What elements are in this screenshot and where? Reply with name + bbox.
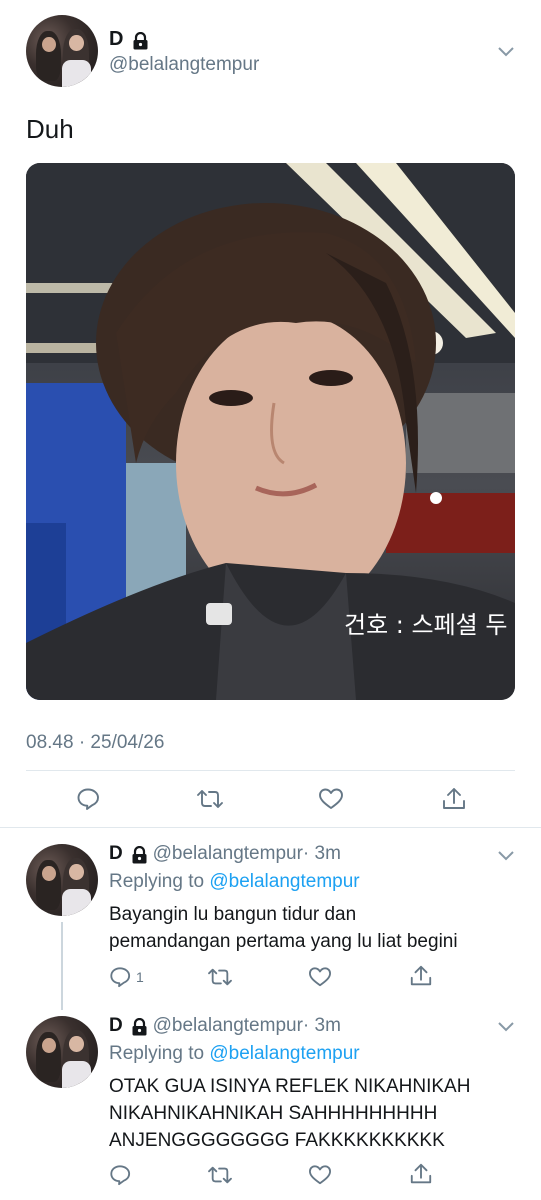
chevron-down-icon[interactable] [496, 1019, 516, 1033]
replying-to: Replying to @belalangtempur [109, 1043, 360, 1065]
retweet-icon[interactable] [207, 966, 233, 988]
reply-header[interactable]: D @belalangtempur· 3m [109, 843, 341, 865]
avatar[interactable] [26, 844, 98, 916]
chevron-down-icon[interactable] [496, 44, 516, 58]
reply-icon[interactable] [109, 1164, 131, 1186]
reply-text-line: OTAK GUA ISINYA REFLEK NIKAHNIKAH [109, 1076, 471, 1097]
divider [26, 770, 515, 771]
reply-text: OTAK GUA ISINYA REFLEK NIKAHNIKAH NIKAHN… [109, 1073, 470, 1154]
thread-line [61, 922, 63, 1010]
avatar[interactable] [26, 15, 98, 87]
author-name: D [109, 1015, 123, 1036]
tweet-timestamp[interactable]: 08.48 · 25/04/26 [26, 732, 164, 754]
reply-icon[interactable] [109, 966, 131, 988]
share-icon[interactable] [409, 964, 433, 988]
replying-prefix: Replying to [109, 1043, 205, 1064]
reply-icon[interactable] [76, 787, 100, 811]
author-name: D [109, 28, 124, 50]
author-handle: @belalangtempur [152, 1015, 303, 1036]
like-icon[interactable] [318, 787, 344, 811]
reply-text-line: NIKAHNIKAHNIKAH SAHHHHHHHHH [109, 1103, 438, 1124]
photo-illustration: 건호 : 스페셜 두 [26, 163, 515, 700]
reply-text-line: pemandangan pertama yang lu liat begini [109, 931, 458, 952]
tweet-photo[interactable]: 건호 : 스페셜 두 [26, 163, 515, 700]
retweet-icon[interactable] [196, 787, 224, 811]
reply-text-line: Bayangin lu bangun tidur dan [109, 904, 357, 925]
share-icon[interactable] [409, 1162, 433, 1186]
lock-icon [133, 31, 148, 50]
like-icon[interactable] [308, 1164, 332, 1186]
share-icon[interactable] [441, 786, 467, 812]
retweet-icon[interactable] [207, 1164, 233, 1186]
media-caption: 건호 : 스페셜 두 [344, 611, 507, 639]
replying-to-link[interactable]: @belalangtempur [209, 1043, 359, 1064]
replying-to: Replying to @belalangtempur [109, 871, 360, 893]
author-name: D [109, 843, 123, 864]
reply-time: · 3m [302, 1015, 341, 1036]
reply-text-line: ANJENGGGGGGGG FAKKKKKKKKKK [109, 1130, 445, 1151]
lock-icon [132, 1017, 147, 1036]
reply-time: · 3m [302, 843, 341, 864]
reply-count: 1 [136, 969, 144, 985]
reply-text: Bayangin lu bangun tidur dan pemandangan… [109, 901, 458, 955]
author-handle[interactable]: @belalangtempur [109, 54, 259, 76]
tweet-text: Duh [26, 114, 74, 144]
author-handle: @belalangtempur [152, 843, 303, 864]
divider [0, 827, 541, 828]
author-name-row[interactable]: D [109, 28, 149, 51]
reply-header[interactable]: D @belalangtempur· 3m [109, 1015, 341, 1037]
replying-prefix: Replying to [109, 871, 205, 892]
replying-to-link[interactable]: @belalangtempur [209, 871, 359, 892]
lock-icon [132, 845, 147, 864]
like-icon[interactable] [308, 966, 332, 988]
chevron-down-icon[interactable] [496, 848, 516, 862]
avatar[interactable] [26, 1016, 98, 1088]
